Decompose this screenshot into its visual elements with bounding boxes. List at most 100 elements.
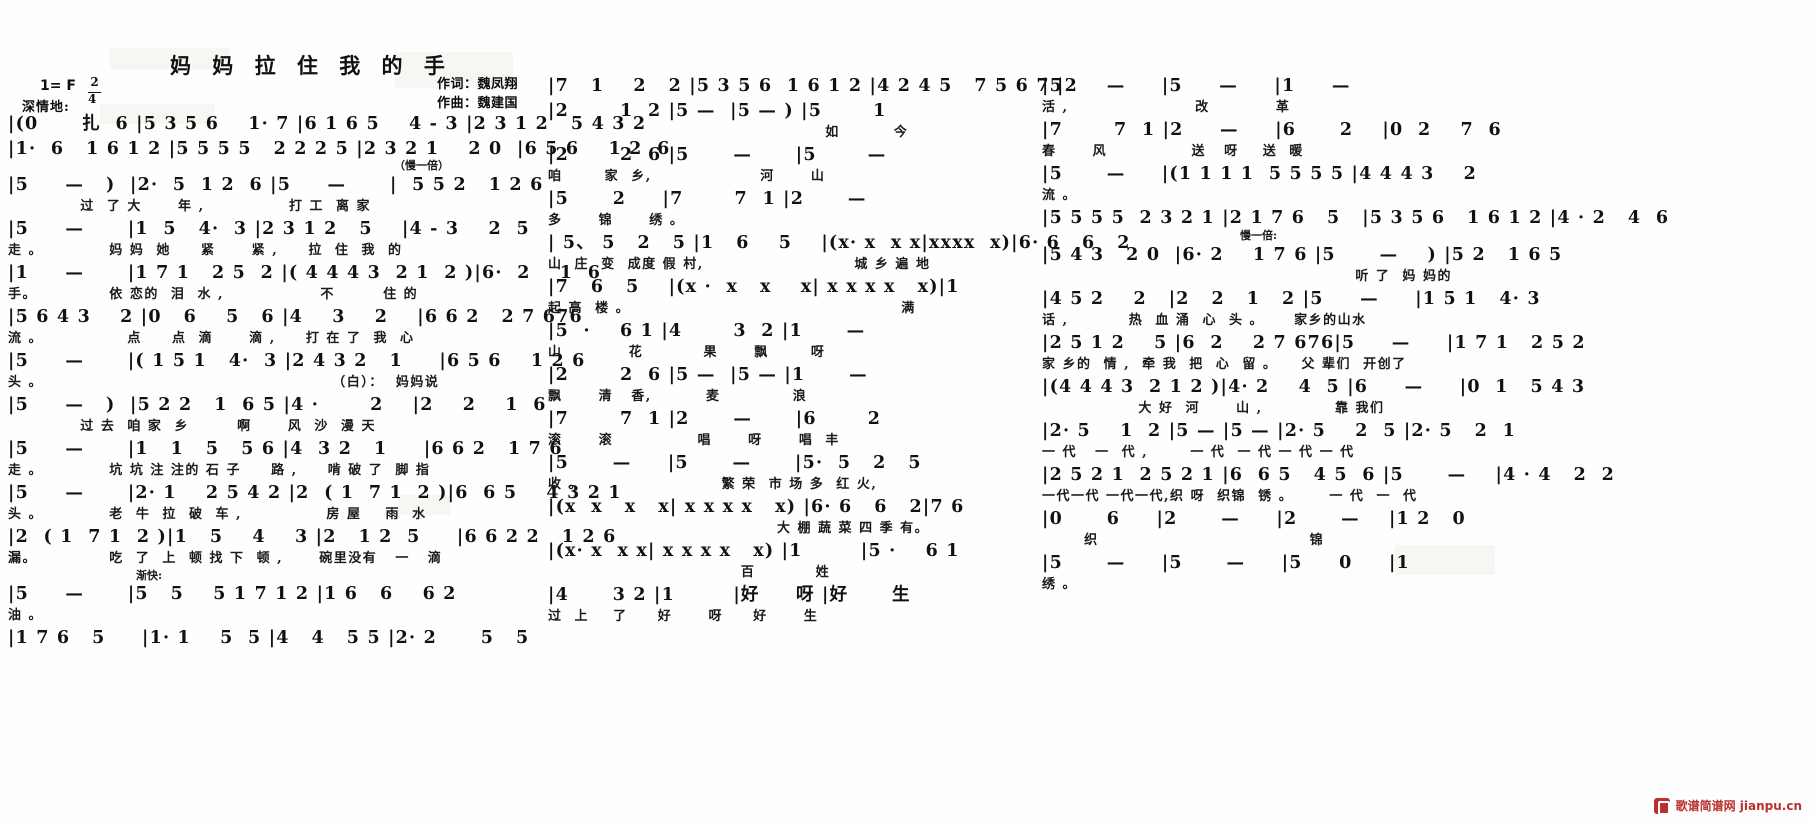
lyric-line: 咱 家 乡, 河 山 [548,169,826,184]
system: |2 1 2 |5 — |5 — ) |5 1 如 今 [548,99,1018,142]
lyric-line: 大 棚 蔬 菜 四 季 有。 [548,521,930,536]
lyric-line: 油 。 [8,608,44,623]
lyric-line: 听 了 妈 妈的 [1042,269,1452,284]
lyric-line: 活 , 改 革 [1042,100,1291,115]
system: |1 — |1 7 1 2 5 2 |( 4 4 4 3 2 1 2 )|6· … [8,261,602,304]
lyric-line: 家 乡的 情 , 牵 我 把 心 留 。 父 辈们 开创了 [1042,357,1407,372]
note-line: |7 7 1 |2 — |6 2 [548,409,882,429]
lyric-line: 话 , 热 血 涌 心 头 。 家乡的山水 [1042,313,1367,328]
lyric-line: 手。 依 恋的 泪 水 , 不 住 的 [8,287,419,302]
note-line: |0 6 |2 — |2 — |1 2 0 [1042,509,1466,529]
meter-denominator: 4 [88,92,101,105]
note-line: |5 — |5 — |1 — [1042,76,1351,96]
system: |5 5 5 5 2 3 2 1 |2 1 7 6 5 |5 3 5 6 1 6… [1042,206,1668,242]
note-line: |2 5 2 1 2 5 2 1 |6 6 5 4 5 6 |5 — |4 · … [1042,465,1615,485]
lyric-line: 收 。 繁 荣 市 场 多 红 火, [548,477,878,492]
system: |2· 5 1 2 |5 — |5 — |2· 5 2 5 |2· 5 2 1 … [1042,419,1516,462]
note-line: |1· 6 1 6 1 2 |5 5 5 5 2 2 2 5 |2 3 2 1 … [8,139,671,159]
note-line: |5 4 3 2 0 |6· 2 1 7 6 |5 — ) |5 2 1 6 5 [1042,245,1563,265]
note-line: |5 2 |7 7 1 |2 — [548,189,867,209]
system: |7 7 1 |2 — |6 2 滚 滚 唱 呀 唱 丰 [548,407,1018,450]
note-line: |2 2 6 |5 — |5 — [548,145,887,165]
note-line: |5 — |5 5 5 1 7 1 2 |1 6 6 6 2 [8,584,457,604]
site-watermark: 歌谱简谱网 jianpu.cn [1653,797,1802,815]
system: |5 · 6 1 |4 3 2 |1 — 山 花 果 飘 呀 [548,319,1018,362]
note-line: |4 5 2 2 |2 2 1 2 |5 — |1 5 1 4· 3 [1042,289,1541,309]
lyric-line: 走 。 坑 坑 注 注的 石 子 路 , 啃 破 了 脚 指 [8,463,431,478]
system: |7 1 2 2 |5 3 5 6 1 6 1 2 |4 2 4 5 7 5 6… [548,74,1078,98]
lyric-line: 头 。 （白）： 妈妈说 [8,375,440,390]
system: |2 5 1 2 5 |6 2 2 7 676|5 — |1 7 1 2 5 2… [1042,331,1585,374]
note-line: |5 · 6 1 |4 3 2 |1 — [548,321,866,341]
meter-numerator: 2 [90,75,99,89]
system: |(4 4 4 3 2 1 2 )|4· 2 4 5 |6 — |0 1 5 4… [1042,375,1586,418]
lyric-line: 走 。 妈 妈 她 紧 紧 , 拉 住 我 的 [8,243,403,258]
lyric-line: 绣 。 [1042,577,1078,592]
note-line: |5 — |( 1 5 1 4· 3 |2 4 3 2 1 |6 5 6 1 2… [8,351,586,371]
lyric-line: 过 去 咱 家 乡 啊 风 沙 漫 天 [8,419,376,434]
notation-column-3: |5 — |5 — |1 — 活 , 改 革 |7 7 1 |2 — |6 2 … [1042,74,1668,595]
note-line: |5 — ) |5 2 2 1 6 5 |4 · 2 |2 2 1 6 [8,395,547,415]
system: |5 — |1 1 5 5 6 |4 3 2 1 |6 6 2 1 7 6 走 … [8,437,563,480]
lyric-line: 百 姓 [548,565,831,580]
note-line: |(x· x x x| x x x x x) |1 |5 · 6 1 [548,541,960,561]
system: |2 5 2 1 2 5 2 1 |6 6 5 4 5 6 |5 — |4 · … [1042,463,1615,506]
system: |7 6 5 |(x · x x x| x x x x x)|1 起 高 楼 。… [548,275,1018,318]
sheet-music-page: 妈 妈 拉 住 我 的 手 1= F 2 4 深情地: 作词：魏凤翔 作曲：魏建… [0,0,1814,822]
note-line: |7 1 2 2 |5 3 5 6 1 6 1 2 |4 2 4 5 7 5 6… [548,76,1078,96]
system: |4 3 2 |1 |好 呀 |好 生 过 上 了 好 呀 好 生 [548,583,1018,626]
credits-block: 作词：魏凤翔 作曲：魏建国 [437,76,518,114]
system: |5 — |(1 1 1 1 5 5 5 5 |4 4 4 3 2 流 。 [1042,162,1512,205]
system: |(0 扎 6 |5 3 5 6 1· 7 |6 1 6 5 4 - 3 |2 … [8,112,645,136]
system: | 5、 5 2 5 |1 6 5 |(x· x x x|xxxx x)|6· … [548,231,1131,274]
system: |(x· x x x| x x x x x) |1 |5 · 6 1 百 姓 [548,539,1018,582]
lyric-line: 过 了 大 年 , 打 工 离 家 [8,199,372,214]
lyric-line: 头 。 老 牛 拉 破 车 , 房 屋 雨 水 [8,507,427,522]
lyric-line: 流 。 点 点 滴 滴 , 打 在 了 我 心 [8,331,415,346]
note-line: |5 — |2· 1 2 5 4 2 |2 ( 1 7 1 2 )|6 6 5 … [8,483,622,503]
system: |2 2 6 |5 — |5 — 咱 家 乡, 河 山 [548,143,1018,186]
lyricist-credit: 作词：魏凤翔 [436,77,518,92]
lyric-line: 春 风 送 呀 送 暖 [1042,144,1304,159]
system: |5 — ) |5 2 2 1 6 5 |4 · 2 |2 2 1 6 过 去 … [8,393,547,436]
lyric-line: 大 好 河 山 , 靠 我们 [1042,401,1385,416]
lyric-line: 山 庄 变 成度 假 村, 城 乡 遍 地 [548,257,931,272]
system: |5 — |( 1 5 1 4· 3 |2 4 3 2 1 |6 5 6 1 2… [8,349,586,392]
lyric-line: 滚 滚 唱 呀 唱 丰 [548,433,840,448]
lyric-line: 飘 清 香, 麦 浪 [548,389,808,404]
lyric-line: 漏。 吃 了 上 顿 找 下 顿 , 碗里没有 一 滴 [8,551,443,566]
key-signature: 1= F [40,78,76,94]
note-line: |5 — |5 — |5 0 |1 [1042,553,1410,573]
note-line: |4 3 2 |1 |好 呀 |好 生 [548,585,911,605]
note-line: |2 2 6 |5 — |5 — |1 — [548,365,868,385]
note-line: |7 7 1 |2 — |6 2 |0 2 7 6 [1042,120,1502,140]
system: |2 ( 1 7 1 2 )|1 5 4 3 |2 1 2 5 |6 6 2 2… [8,525,617,568]
system: |5 6 4 3 2 |0 6 5 6 |4 3 2 |6 6 2 2 7 67… [8,305,582,348]
system: |5 4 3 2 0 |6· 2 1 7 6 |5 — ) |5 2 1 6 5… [1042,243,1563,286]
note-line: |(4 4 4 3 2 1 2 )|4· 2 4 5 |6 — |0 1 5 4… [1042,377,1586,397]
note-line: |1 7 6 5 |1· 1 5 5 |4 4 5 5 |2· 2 5 5 [8,628,530,648]
note-line: |2· 5 1 2 |5 — |5 — |2· 5 2 5 |2· 5 2 1 [1042,421,1516,441]
tempo-annotation: 渐快: [136,569,163,582]
note-line: |2 ( 1 7 1 2 )|1 5 4 3 |2 1 2 5 |6 6 2 2… [8,527,617,547]
note-line: |2 1 2 |5 — |5 — ) |5 1 [548,101,887,121]
note-line: |5 — |1 1 5 5 6 |4 3 2 1 |6 6 2 1 7 6 [8,439,563,459]
tempo-annotation: 慢一倍: [1240,229,1278,242]
note-line: |1 — |1 7 1 2 5 2 |( 4 4 4 3 2 1 2 )|6· … [8,263,602,283]
note-line: |7 6 5 |(x · x x x| x x x x x)|1 [548,277,960,297]
lyric-line: 多 锦 绣 。 [548,213,685,228]
system: |5 — |2· 1 2 5 4 2 |2 ( 1 7 1 2 )|6 6 5 … [8,481,622,524]
system: |(x x x x| x x x x x) |6· 6 6 2|7 6 大 棚 … [548,495,1018,538]
system: |2 2 6 |5 — |5 — |1 — 飘 清 香, 麦 浪 [548,363,1018,406]
system: |5 — ) |2· 5 1 2 6 |5 — | 5 5 2 1 2 6 过 … [8,173,542,216]
lyric-line: 过 上 了 好 呀 好 生 [548,609,819,624]
system: |7 7 1 |2 — |6 2 |0 2 7 6 春 风 送 呀 送 暖 [1042,118,1512,161]
note-line: | 5、 5 2 5 |1 6 5 |(x· x x x|xxxx x)|6· … [548,233,1131,253]
notation-column-2: |7 1 2 2 |5 3 5 6 1 6 1 2 |4 2 4 5 7 5 6… [548,74,1131,627]
lyric-line: 流 。 [1042,188,1078,203]
system: |5 — |5 — |1 — 活 , 改 革 [1042,74,1512,117]
note-line: |5 — |5 — |5· 5 2 5 [548,453,922,473]
watermark-text: 歌谱简谱网 jianpu.cn [1675,799,1802,813]
system: |5 2 |7 7 1 |2 — 多 锦 绣 。 [548,187,1018,230]
lyric-line: 如 今 [548,125,909,140]
